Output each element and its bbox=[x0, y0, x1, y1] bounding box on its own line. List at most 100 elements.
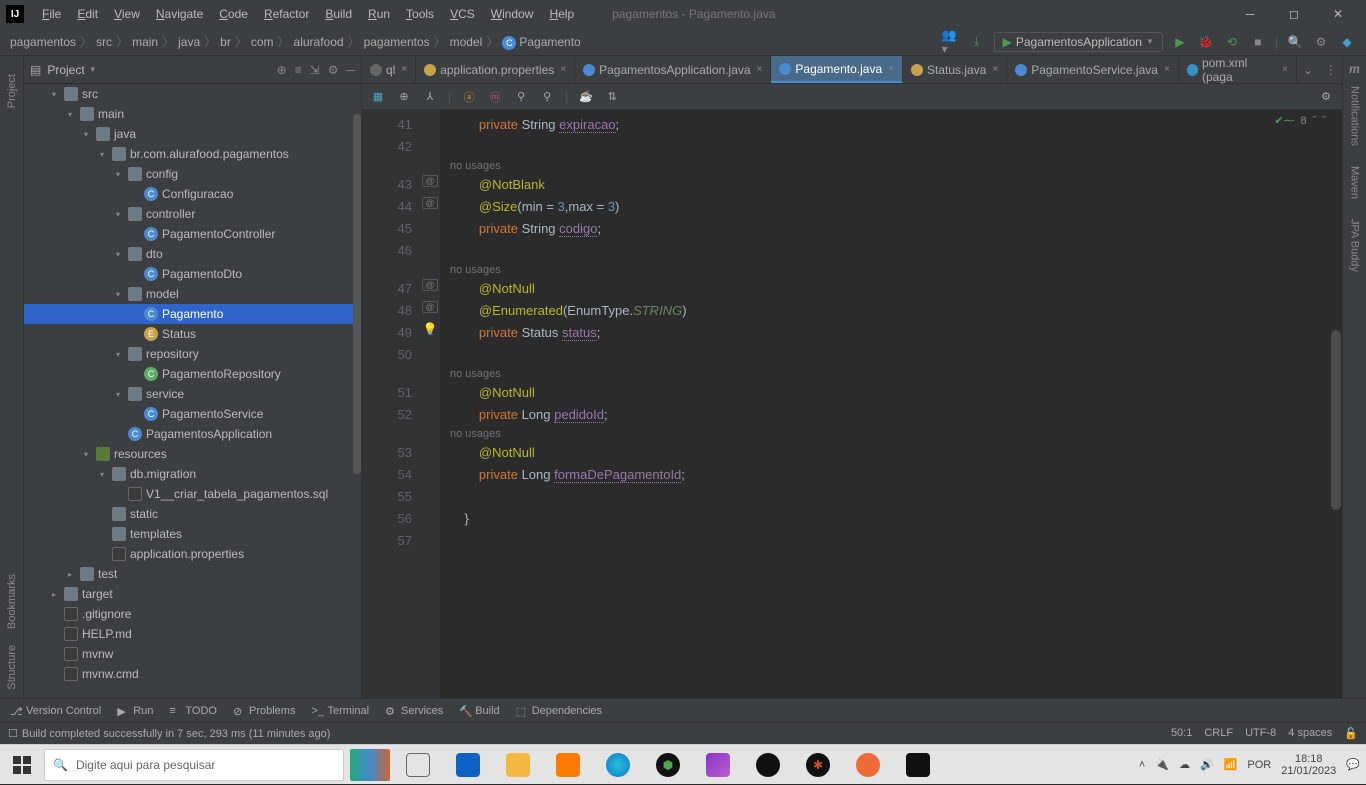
tree-db-migration[interactable]: ▾db.migration bbox=[24, 464, 361, 484]
menu-tools[interactable]: Tools bbox=[398, 7, 442, 21]
settings-icon[interactable]: ⚙ bbox=[1312, 33, 1330, 51]
tree-br-com-alurafood-pagamentos[interactable]: ▾br.com.alurafood.pagamentos bbox=[24, 144, 361, 164]
tree-src[interactable]: ▾src bbox=[24, 84, 361, 104]
app-green[interactable] bbox=[746, 745, 790, 785]
rail-structure[interactable]: Structure bbox=[4, 637, 20, 698]
tree-model[interactable]: ▾model bbox=[24, 284, 361, 304]
tree-pagamento[interactable]: CPagamento bbox=[24, 304, 361, 324]
close-button[interactable]: ✕ bbox=[1316, 0, 1360, 28]
tree-pagamentoservice[interactable]: CPagamentoService bbox=[24, 404, 361, 424]
tree-mvnw[interactable]: mvnw bbox=[24, 644, 361, 664]
taskbar-search[interactable]: 🔍 Digite aqui para pesquisar bbox=[44, 749, 344, 781]
find-a-icon[interactable]: ⓐ bbox=[461, 89, 477, 105]
crumb-class[interactable]: CPagamento bbox=[502, 35, 580, 49]
tree-dto[interactable]: ▾dto bbox=[24, 244, 361, 264]
crumb[interactable]: java bbox=[178, 35, 200, 49]
rail-notifications[interactable]: Notifications bbox=[1347, 76, 1363, 156]
app-explorer[interactable] bbox=[496, 745, 540, 785]
run-button[interactable]: ▶ bbox=[1171, 33, 1189, 51]
tree-main[interactable]: ▾main bbox=[24, 104, 361, 124]
maximize-button[interactable]: ◻ bbox=[1272, 0, 1316, 28]
menu-navigate[interactable]: Navigate bbox=[148, 7, 211, 21]
menu-file[interactable]: File bbox=[34, 7, 69, 21]
ddl-icon[interactable]: ▦ bbox=[370, 89, 386, 105]
sidebar-title[interactable]: Project bbox=[47, 63, 84, 77]
close-icon[interactable]: × bbox=[560, 64, 566, 75]
tree-test[interactable]: ▸test bbox=[24, 564, 361, 584]
expand-icon[interactable]: ≡ bbox=[295, 63, 302, 77]
project-tree[interactable]: ▾src▾main▾java▾br.com.alurafood.pagament… bbox=[24, 84, 361, 698]
close-icon[interactable]: × bbox=[401, 64, 407, 75]
tree-service[interactable]: ▾service bbox=[24, 384, 361, 404]
minimize-button[interactable]: ─ bbox=[1228, 0, 1272, 28]
tab-application-properties[interactable]: application.properties× bbox=[416, 56, 575, 83]
tab-pagamentosapplication-java[interactable]: PagamentosApplication.java× bbox=[575, 56, 771, 83]
tree-configuracao[interactable]: CConfiguracao bbox=[24, 184, 361, 204]
btab-build[interactable]: 🔨Build bbox=[459, 705, 499, 717]
crumb[interactable]: com bbox=[251, 35, 274, 49]
tray-clock[interactable]: 18:18 21/01/2023 bbox=[1281, 753, 1336, 777]
rail-bookmarks[interactable]: Bookmarks bbox=[4, 566, 20, 637]
editor-settings-icon[interactable]: ⚙ bbox=[1318, 89, 1334, 105]
tree-v1__criar_tabela_pagamentos-sql[interactable]: V1__criar_tabela_pagamentos.sql bbox=[24, 484, 361, 504]
crumb[interactable]: alurafood bbox=[294, 35, 344, 49]
collapse-icon[interactable]: ⇲ bbox=[310, 63, 320, 77]
menu-refactor[interactable]: Refactor bbox=[256, 7, 317, 21]
tool1-icon[interactable]: ⚲ bbox=[513, 89, 529, 105]
menu-run[interactable]: Run bbox=[360, 7, 398, 21]
btab-services[interactable]: ⚙Services bbox=[385, 705, 443, 717]
tab-pagamentoservice-java[interactable]: PagamentoService.java× bbox=[1007, 56, 1179, 83]
tree-status[interactable]: EStatus bbox=[24, 324, 361, 344]
app-mongo[interactable]: ⬢ bbox=[646, 745, 690, 785]
news-widget[interactable] bbox=[350, 749, 390, 781]
app-edge[interactable] bbox=[596, 745, 640, 785]
close-icon[interactable]: × bbox=[1164, 64, 1170, 75]
tray-volume-icon[interactable]: 🔊 bbox=[1200, 758, 1214, 771]
btab-run[interactable]: ▶Run bbox=[117, 705, 153, 717]
inspection-check-icon[interactable]: ✔⁓ bbox=[1274, 114, 1294, 127]
tab-pom-xml-paga[interactable]: pom.xml (paga× bbox=[1179, 56, 1297, 83]
taskview-icon[interactable] bbox=[396, 745, 440, 785]
editor-scrollbar[interactable] bbox=[1330, 110, 1342, 698]
add-icon[interactable]: ⊕ bbox=[396, 89, 412, 105]
menu-window[interactable]: Window bbox=[483, 7, 542, 21]
line-sep[interactable]: CRLF bbox=[1204, 727, 1233, 740]
rail-project[interactable]: Project bbox=[4, 66, 20, 116]
tree-help-md[interactable]: HELP.md bbox=[24, 624, 361, 644]
tray-battery-icon[interactable]: 🔌 bbox=[1155, 758, 1169, 771]
rail-jpabuddy[interactable]: JPA Buddy bbox=[1347, 209, 1363, 282]
app-intellij[interactable] bbox=[896, 745, 940, 785]
caret-pos[interactable]: 50:1 bbox=[1171, 727, 1192, 740]
btab-dependencies[interactable]: ⬚Dependencies bbox=[516, 705, 602, 717]
search-icon[interactable]: 🔍 bbox=[1286, 33, 1304, 51]
tray-cloud-icon[interactable]: ☁ bbox=[1179, 758, 1190, 771]
next-problem-icon[interactable]: ˇ bbox=[1322, 115, 1326, 127]
bean-icon[interactable]: ☕ bbox=[578, 89, 594, 105]
debug-button[interactable]: 🐞 bbox=[1197, 33, 1215, 51]
new-ui-icon[interactable]: ◆ bbox=[1338, 33, 1356, 51]
menu-help[interactable]: Help bbox=[541, 7, 582, 21]
menu-edit[interactable]: Edit bbox=[69, 7, 106, 21]
menu-vcs[interactable]: VCS bbox=[442, 7, 483, 21]
tree-static[interactable]: static bbox=[24, 504, 361, 524]
tree-pagamentocontroller[interactable]: CPagamentoController bbox=[24, 224, 361, 244]
system-tray[interactable]: ˄ 🔌 ☁ 🔊 📶 POR 18:18 21/01/2023 💬 bbox=[1139, 753, 1360, 777]
sidebar-scrollbar[interactable] bbox=[353, 114, 361, 474]
close-icon[interactable]: × bbox=[757, 64, 763, 75]
crumb[interactable]: main bbox=[132, 35, 158, 49]
crumb[interactable]: src bbox=[96, 35, 112, 49]
tree-mvnw-cmd[interactable]: mvnw.cmd bbox=[24, 664, 361, 684]
btab-todo[interactable]: ≡TODO bbox=[169, 705, 217, 717]
crumb[interactable]: pagamentos bbox=[10, 35, 76, 49]
tree-repository[interactable]: ▾repository bbox=[24, 344, 361, 364]
app-media[interactable] bbox=[546, 745, 590, 785]
start-button[interactable] bbox=[6, 749, 38, 781]
close-icon[interactable]: × bbox=[1282, 64, 1288, 75]
tabs-more-icon[interactable]: ⋮ bbox=[1319, 56, 1342, 83]
menu-code[interactable]: Code bbox=[211, 7, 256, 21]
crumb[interactable]: br bbox=[220, 35, 231, 49]
run-config-selector[interactable]: ▶ PagamentosApplication ▼ bbox=[994, 32, 1163, 52]
tree-controller[interactable]: ▾controller bbox=[24, 204, 361, 224]
encoding[interactable]: UTF-8 bbox=[1245, 727, 1276, 740]
menu-build[interactable]: Build bbox=[317, 7, 360, 21]
